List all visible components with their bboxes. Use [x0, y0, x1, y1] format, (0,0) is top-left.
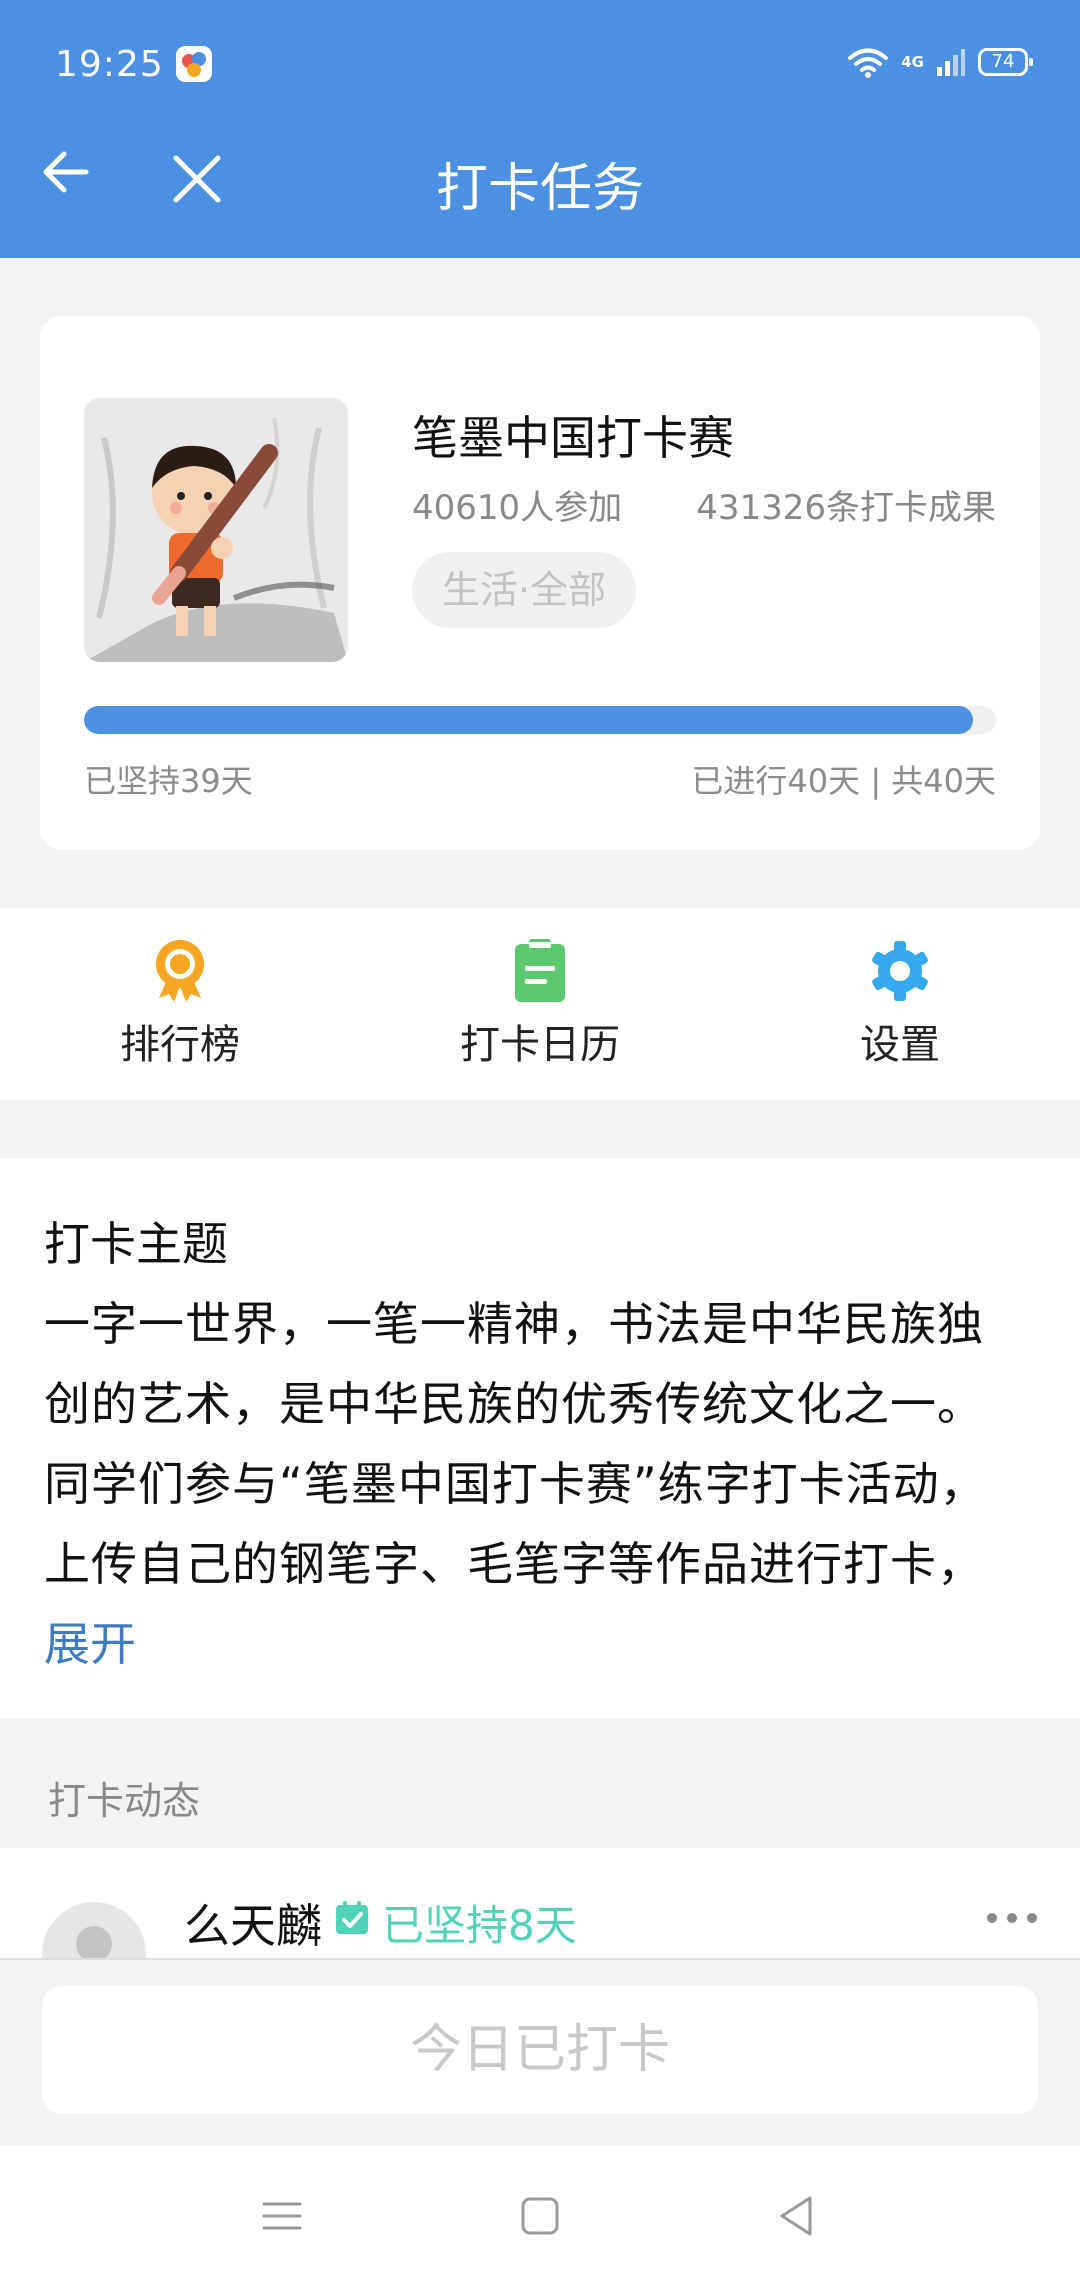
status-time: 19:25 — [55, 44, 164, 85]
battery-indicator: 74 — [978, 48, 1033, 76]
calendar-clipboard-icon — [515, 939, 565, 1002]
page-title: 打卡任务 — [435, 159, 644, 219]
medal-icon — [156, 940, 204, 1002]
theme-body: 一字一世界，一笔一精神，书法是中华民族独 创的艺术，是中华民族的优秀传统文化之一… — [44, 1284, 1036, 1604]
task-cover-image — [84, 398, 348, 662]
theme-line: 创的艺术，是中华民族的优秀传统文化之一。 — [44, 1377, 984, 1431]
feed-user-name[interactable]: 么天麟 — [184, 1890, 322, 1956]
expand-link[interactable]: 展开 — [44, 1604, 1036, 1684]
status-indicators: 4G 74 — [847, 42, 1033, 82]
feed-item[interactable]: 么天麟 已坚持8天 — [0, 1848, 1080, 1958]
progress-fill — [84, 706, 974, 734]
theme-line: 同学们参与“笔墨中国打卡赛”练字打卡活动， — [44, 1457, 987, 1511]
menu-icon[interactable] — [252, 2186, 312, 2246]
wifi-icon — [848, 48, 889, 78]
theme-line: 一字一世界，一笔一精神，书法是中华民族独 — [44, 1297, 984, 1351]
feed-section-header: 打卡动态 — [0, 1718, 1080, 1848]
participant-count: 40610人参加 — [412, 488, 623, 528]
app-header: 19:25 4G 74 打卡任务 — [0, 0, 1080, 258]
persisted-days: 已坚持39天 — [84, 762, 253, 800]
feed-heading: 打卡动态 — [48, 1779, 201, 1823]
category-tag[interactable]: 生活·全部 — [412, 552, 637, 628]
theme-heading: 打卡主题 — [44, 1217, 228, 1271]
checkin-theme-section: 打卡主题 一字一世界，一笔一精神，书法是中华民族独 创的艺术，是中华民族的优秀传… — [0, 1158, 1080, 1718]
theme-line: 上传自己的钢笔字、毛笔字等作品进行打卡， — [44, 1537, 984, 1591]
back-icon[interactable] — [766, 2186, 826, 2246]
settings-button[interactable]: 设置 — [720, 908, 1080, 1100]
gear-icon — [872, 941, 928, 1001]
system-nav-bar — [0, 2146, 1080, 2280]
result-count: 431326条打卡成果 — [696, 488, 996, 528]
network-type: 4G — [901, 53, 924, 71]
checkin-button[interactable]: 今日已打卡 — [42, 1986, 1038, 2114]
elapsed-days: 已进行40天 | 共40天 — [691, 762, 996, 800]
signal-icon — [937, 49, 965, 76]
avatar[interactable] — [42, 1902, 146, 1958]
checkin-calendar-button[interactable]: 打卡日历 — [360, 908, 720, 1100]
action-label: 打卡日历 — [460, 1022, 620, 1068]
checkin-badge-icon — [336, 1901, 368, 1934]
home-icon[interactable] — [510, 2186, 570, 2246]
leaderboard-button[interactable]: 排行榜 — [0, 908, 360, 1100]
task-title: 笔墨中国打卡赛 — [412, 411, 734, 465]
checkin-bar: 今日已打卡 — [0, 1958, 1080, 2146]
action-label: 设置 — [860, 1022, 940, 1068]
feed-streak: 已坚持8天 — [382, 1901, 577, 1950]
action-label: 排行榜 — [120, 1022, 240, 1068]
action-row: 排行榜 打卡日历 设置 — [0, 908, 1080, 1100]
progress-bar — [84, 706, 996, 734]
task-summary-card[interactable]: 笔墨中国打卡赛 40610人参加 431326条打卡成果 生活·全部 已坚持39… — [40, 316, 1040, 850]
notification-app-icon — [176, 46, 212, 82]
more-options-icon[interactable] — [984, 1906, 1040, 1930]
